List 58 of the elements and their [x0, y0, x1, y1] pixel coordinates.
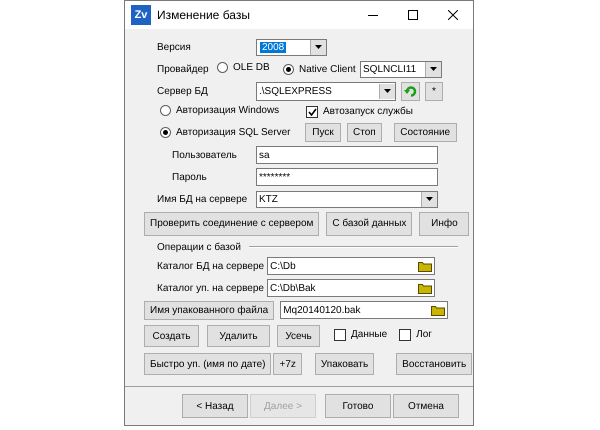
service-button[interactable]: Состояние [394, 122, 457, 142]
caret-icon[interactable] [421, 192, 437, 206]
folder-field[interactable]: C:\Db [267, 257, 436, 275]
pack-button[interactable]: +7z [273, 353, 302, 375]
app-icon: Zv [131, 5, 151, 25]
radio-button[interactable]: Native Client [283, 64, 356, 74]
connection-button[interactable]: Проверить соединение с сервером [144, 212, 320, 236]
field-label: Сервер БД [156, 86, 209, 96]
minimize-icon[interactable] [368, 14, 378, 16]
footer-button[interactable]: Отмена [393, 394, 459, 418]
action-button[interactable]: Усечь [277, 325, 320, 347]
field-label: Версия [156, 42, 192, 52]
connection-button[interactable]: Инфо [419, 212, 470, 236]
close-icon[interactable] [448, 10, 458, 20]
pack-button[interactable]: Быстро уп. (имя по дате) [144, 353, 272, 375]
field-label: Каталог уп. на сервере [156, 282, 265, 294]
user-field[interactable]: sa [256, 146, 438, 164]
folder-icon[interactable] [431, 304, 446, 316]
folder-field[interactable]: C:\Db\Bak [266, 279, 435, 297]
refresh-icon [404, 84, 417, 98]
service-button[interactable]: Стоп [347, 122, 382, 142]
connection-button[interactable]: С базой данных [326, 212, 412, 236]
file-field[interactable]: Mq20140120.bak [280, 301, 448, 319]
refresh-button[interactable] [401, 82, 420, 100]
folder-icon[interactable] [418, 260, 432, 272]
caret-icon[interactable] [310, 40, 326, 54]
password-field[interactable]: ******** [256, 168, 438, 186]
radio-button[interactable]: Авторизация SQL Server [160, 126, 290, 138]
radio-button[interactable]: OLE DB [217, 62, 270, 73]
field-label: Пользователь [171, 150, 238, 160]
service-button[interactable]: Пуск [305, 122, 341, 142]
action-button[interactable]: Создать [144, 325, 199, 347]
pack-button[interactable]: Восстановить [396, 353, 472, 375]
field-label: Пароль [171, 172, 208, 182]
check-icon [308, 108, 316, 116]
asterisk-button[interactable]: * [425, 82, 443, 100]
radio-button[interactable]: Авторизация Windows [160, 104, 280, 116]
version-dropdown[interactable]: 2008 [256, 38, 327, 56]
footer-button[interactable]: Готово [325, 394, 391, 418]
database-dropdown[interactable]: KTZ [256, 190, 438, 208]
footer-button[interactable]: < Назад [182, 394, 248, 418]
checkbox[interactable]: Автозапуск службы [306, 106, 413, 118]
checkbox[interactable]: Данные [334, 328, 388, 340]
field-label: Каталог БД на сервере [156, 260, 266, 272]
server-dropdown[interactable]: .\SQLEXPRESS [256, 82, 396, 100]
action-button[interactable]: Удалить [207, 325, 270, 347]
field-label: Провайдер [156, 64, 210, 74]
maximize-icon[interactable] [408, 10, 418, 20]
caret-icon[interactable] [379, 84, 395, 98]
field-label: Имя БД на сервере [156, 194, 248, 204]
folder-icon[interactable] [418, 282, 432, 294]
caret-icon[interactable] [425, 62, 441, 76]
group-title: Операции с базой [156, 242, 241, 252]
pack-button[interactable]: Упаковать [314, 353, 374, 375]
window-title: Изменение базы [157, 8, 251, 22]
client-dropdown[interactable]: SQLNCLI11 [360, 60, 442, 78]
checkbox[interactable]: Лог [399, 328, 432, 340]
file-name-button[interactable]: Имя упакованного файла [144, 300, 274, 320]
